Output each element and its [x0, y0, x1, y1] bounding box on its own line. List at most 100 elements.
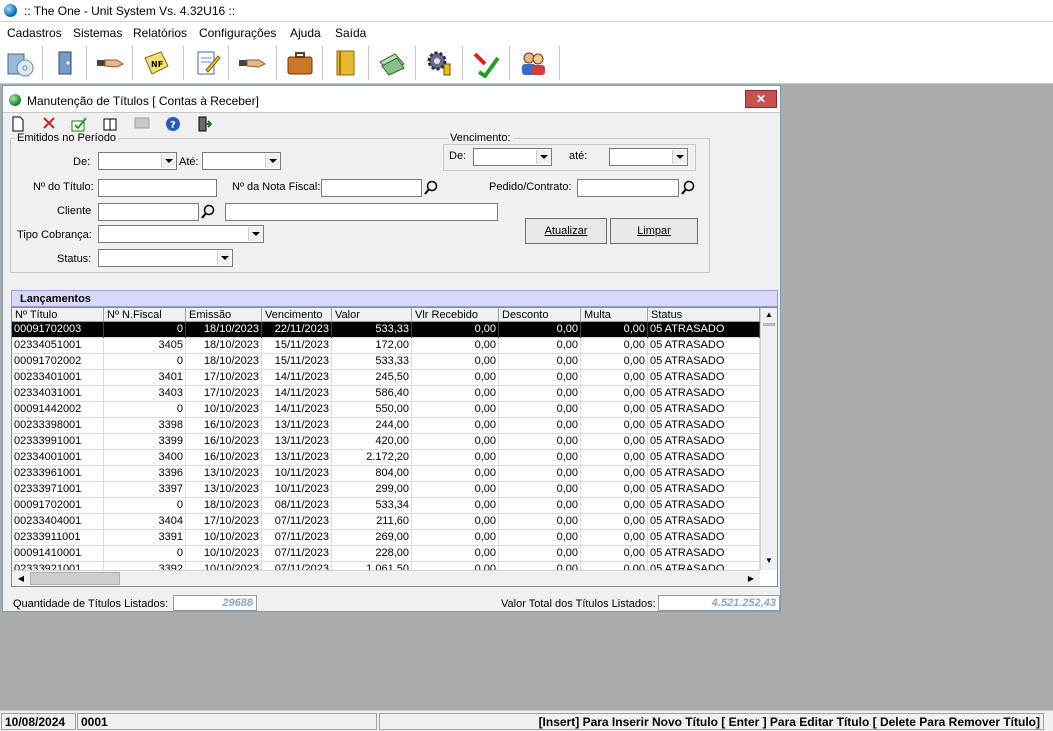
cell-emissao: 17/10/2023 — [186, 386, 262, 402]
table-row[interactable]: 02333991001 3399 16/10/2023 13/11/2023 420,0… — [12, 434, 760, 450]
cell-vencimento: 07/11/2023 — [262, 546, 332, 562]
col-header-valor[interactable]: Valor — [332, 308, 412, 322]
window-close-button[interactable]: ✕ — [745, 90, 777, 108]
table-row[interactable]: 02334051001 3405 18/10/2023 15/11/2023 172,0… — [12, 338, 760, 354]
cell-emissao: 10/10/2023 — [186, 546, 262, 562]
table-row[interactable]: 00091442002 0 10/10/2023 14/11/2023 550,00 0,… — [12, 402, 760, 418]
scroll-thumb[interactable] — [763, 323, 775, 326]
vencimento-ate-date[interactable] — [609, 148, 688, 166]
cell-status: 05 ATRASADO — [648, 354, 760, 370]
toolbar-binder-button[interactable] — [327, 46, 363, 80]
cell-nfiscal: 3404 — [104, 514, 186, 530]
toolbar-cd-button[interactable] — [2, 46, 38, 80]
scroll-up-icon[interactable]: ▲ — [762, 308, 776, 322]
status-select[interactable] — [98, 249, 233, 267]
scroll-right-icon[interactable]: ▶ — [744, 572, 758, 586]
table-row[interactable]: 00091702003 0 18/10/2023 22/11/2023 533,33 0,… — [12, 322, 760, 338]
col-header-titulo[interactable]: Nº Título — [12, 308, 104, 322]
grid-vertical-scrollbar[interactable]: ▲ ▼ — [760, 308, 777, 570]
cell-multa: 0,00 — [581, 530, 648, 546]
cell-emissao: 16/10/2023 — [186, 450, 262, 466]
titles-grid[interactable]: Nº Título Nº N.Fiscal Emissão Vencimento… — [11, 307, 778, 587]
toolbar-money-button[interactable] — [374, 46, 410, 80]
help-button[interactable]: ? — [163, 116, 183, 136]
chevron-down-icon[interactable] — [161, 154, 175, 168]
scroll-left-icon[interactable]: ◀ — [14, 572, 28, 586]
table-row[interactable]: 02333971001 3397 13/10/2023 10/11/2023 299,0… — [12, 482, 760, 498]
emitidos-ate-date[interactable] — [202, 152, 281, 170]
cliente-name-input[interactable] — [225, 203, 498, 221]
invoice-nf-icon: NF — [144, 51, 169, 75]
table-row[interactable]: 00091702001 0 18/10/2023 08/11/2023 533,34 0,… — [12, 498, 760, 514]
menu-cadastros[interactable]: Cadastros — [7, 26, 62, 40]
col-header-vencimento[interactable]: Vencimento — [262, 308, 332, 322]
toolbar-handshake-button[interactable] — [92, 46, 128, 80]
menu-configuracoes[interactable]: Configurações — [199, 26, 276, 40]
chevron-down-icon[interactable] — [265, 154, 279, 168]
cliente-code-input[interactable] — [98, 203, 199, 221]
nota-fiscal-label: Nº da Nota Fiscal: — [232, 181, 321, 193]
chevron-down-icon[interactable] — [217, 251, 231, 265]
titulo-input[interactable] — [98, 179, 217, 197]
table-row[interactable]: 02333961001 3396 13/10/2023 10/11/2023 804,0… — [12, 466, 760, 482]
cell-nfiscal: 3400 — [104, 450, 186, 466]
menu-saida[interactable]: Saída — [335, 26, 366, 40]
col-header-multa[interactable]: Multa — [581, 308, 648, 322]
cell-desconto: 0,00 — [499, 418, 581, 434]
vencimento-ate-label: até: — [569, 150, 588, 162]
exit-button[interactable] — [194, 116, 214, 136]
search-icon[interactable] — [679, 179, 697, 197]
chevron-down-icon[interactable] — [248, 227, 262, 241]
toolbar-users-button[interactable] — [515, 46, 551, 80]
pedido-input[interactable] — [577, 179, 679, 197]
toolbar-settings-button[interactable] — [421, 46, 457, 80]
toolbar-notepad-button[interactable] — [189, 46, 225, 80]
nota-fiscal-input[interactable] — [321, 179, 422, 197]
search-icon[interactable] — [422, 179, 440, 197]
cell-valor: 804,00 — [332, 466, 412, 482]
cell-titulo: 00233404001 — [12, 514, 104, 530]
col-header-desconto[interactable]: Desconto — [499, 308, 581, 322]
cell-desconto: 0,00 — [499, 322, 581, 338]
hscroll-thumb[interactable] — [30, 572, 120, 585]
table-row[interactable]: 00091702002 0 18/10/2023 15/11/2023 533,33 0,… — [12, 354, 760, 370]
menu-sistemas[interactable]: Sistemas — [73, 26, 122, 40]
toolbar-door-button[interactable] — [47, 46, 83, 80]
cell-desconto: 0,00 — [499, 450, 581, 466]
table-row[interactable]: 00091410001 0 10/10/2023 07/11/2023 228,00 0,… — [12, 546, 760, 562]
vencimento-de-date[interactable] — [473, 148, 552, 166]
cell-status: 05 ATRASADO — [648, 338, 760, 354]
col-header-nfiscal[interactable]: Nº N.Fiscal — [104, 308, 186, 322]
table-row[interactable]: 02333921001 3392 10/10/2023 07/11/2023 1.061… — [12, 562, 760, 570]
table-row[interactable]: 00233398001 3398 16/10/2023 13/11/2023 244,0… — [12, 418, 760, 434]
table-row[interactable]: 02334031001 3403 17/10/2023 14/11/2023 586,4… — [12, 386, 760, 402]
cell-valor: 211,60 — [332, 514, 412, 530]
menu-ajuda[interactable]: Ajuda — [290, 26, 321, 40]
menu-relatorios[interactable]: Relatórios — [133, 26, 187, 40]
toolbar-tools-button[interactable] — [468, 46, 504, 80]
toolbar-handshake2-button[interactable] — [234, 46, 270, 80]
table-row[interactable]: 00233404001 3404 17/10/2023 07/11/2023 211,6… — [12, 514, 760, 530]
toolbar-nf-button[interactable]: NF — [138, 46, 174, 80]
cell-desconto: 0,00 — [499, 530, 581, 546]
scroll-down-icon[interactable]: ▼ — [762, 554, 776, 568]
search-icon[interactable] — [199, 203, 217, 221]
col-header-vlr-recebido[interactable]: Vlr Recebido — [412, 308, 499, 322]
col-header-emissao[interactable]: Emissão — [186, 308, 262, 322]
atualizar-button[interactable]: Atualizar — [525, 218, 607, 244]
toolbar-briefcase-button[interactable] — [282, 46, 318, 80]
cell-status: 05 ATRASADO — [648, 482, 760, 498]
chevron-down-icon[interactable] — [536, 150, 550, 164]
sql-button[interactable] — [132, 116, 152, 136]
chevron-down-icon[interactable] — [672, 150, 686, 164]
cell-status: 05 ATRASADO — [648, 418, 760, 434]
cell-valor: 586,40 — [332, 386, 412, 402]
table-row[interactable]: 02333911001 3391 10/10/2023 07/11/2023 269,0… — [12, 530, 760, 546]
grid-horizontal-scrollbar[interactable]: ◀ ▶ — [12, 570, 760, 586]
col-header-status[interactable]: Status — [648, 308, 760, 322]
table-row[interactable]: 02334001001 3400 16/10/2023 13/11/2023 2.172… — [12, 450, 760, 466]
table-row[interactable]: 00233401001 3401 17/10/2023 14/11/2023 245,5… — [12, 370, 760, 386]
tipo-cobranca-select[interactable] — [98, 225, 264, 243]
limpar-button[interactable]: Limpar — [610, 218, 698, 244]
emitidos-de-date[interactable] — [98, 152, 177, 170]
